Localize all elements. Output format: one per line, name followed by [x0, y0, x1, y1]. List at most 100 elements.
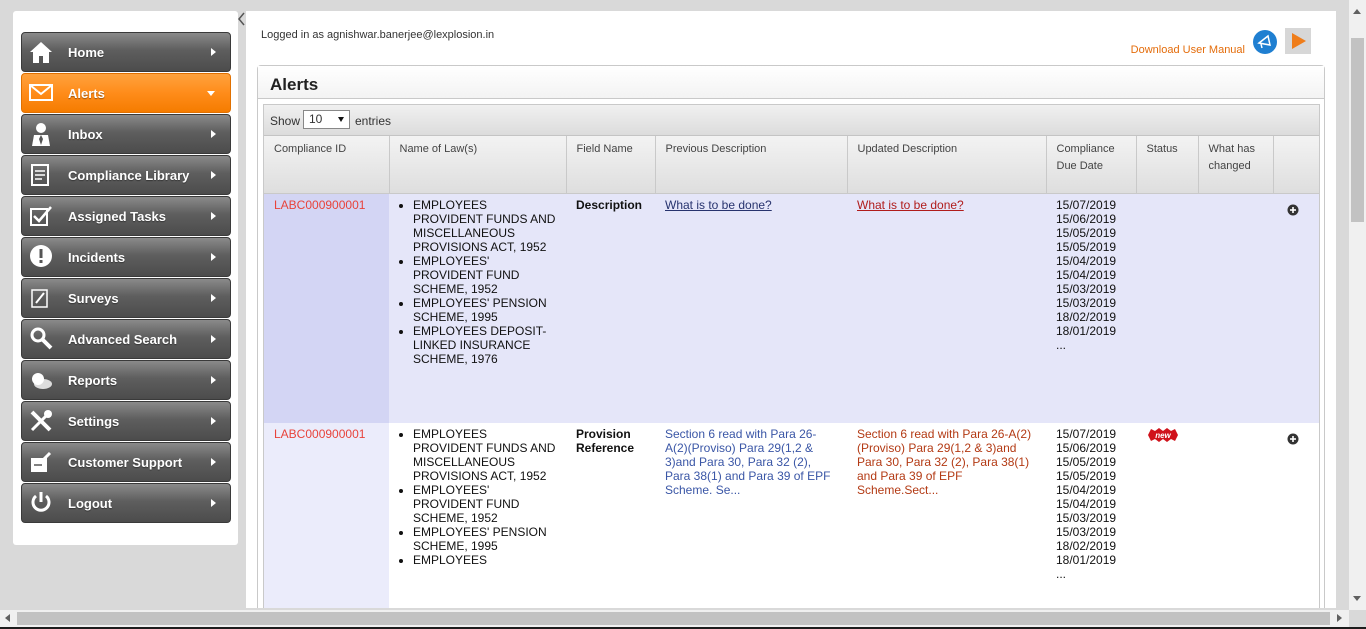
- alerts-header: Alerts: [258, 66, 1324, 99]
- alerts-panel: Alerts Show 10 entries Compliance ID Nam…: [257, 65, 1325, 608]
- column-header-law-names[interactable]: Name of Law(s): [389, 136, 567, 194]
- scroll-down-arrow-icon[interactable]: [1353, 596, 1361, 601]
- due-date: 15/05/2019: [1056, 239, 1117, 254]
- chevron-right-icon: [211, 335, 216, 343]
- scroll-left-arrow-icon[interactable]: [5, 614, 10, 622]
- law-names-cell: EMPLOYEES PROVIDENT FUNDS AND MISCELLANE…: [389, 423, 566, 608]
- due-date: 15/06/2019: [1056, 441, 1117, 455]
- logged-in-user: Logged in as agnishwar.banerjee@lexplosi…: [261, 29, 495, 41]
- sidebar-item-label: Reports: [68, 373, 118, 388]
- collapse-sidebar-icon[interactable]: [238, 12, 246, 26]
- law-item: EMPLOYEES' PENSION SCHEME, 1995: [413, 296, 566, 324]
- sidebar-item-alerts[interactable]: Alerts: [21, 73, 231, 113]
- table-length-bar: Show 10 entries: [264, 105, 1319, 136]
- download-user-manual-link[interactable]: Download User Manual: [1131, 44, 1245, 56]
- sidebar-item-label: Incidents: [68, 250, 126, 265]
- home-icon: [30, 42, 52, 63]
- plus-circle-icon[interactable]: [1287, 204, 1299, 216]
- column-header-status[interactable]: Status: [1136, 136, 1199, 194]
- updated-description-cell: What is to be done?: [847, 193, 1046, 423]
- updated-description-cell: Section 6 read with Para 26-A(2)(Proviso…: [847, 423, 1046, 608]
- previous-description-cell: Section 6 read with Para 26-A(2)(Proviso…: [655, 423, 847, 608]
- chevron-down-icon: [207, 91, 215, 96]
- column-header-due-date[interactable]: Compliance Due Date: [1046, 136, 1137, 194]
- sidebar-item-label: Customer Support: [68, 455, 183, 470]
- sidebar-item-logout[interactable]: Logout: [21, 483, 231, 523]
- horizontal-scrollbar-thumb[interactable]: [17, 612, 1330, 625]
- due-date: 15/06/2019: [1056, 211, 1117, 226]
- chevron-right-icon: [211, 130, 216, 138]
- plus-circle-icon[interactable]: [1287, 433, 1299, 445]
- alerts-table: Compliance ID Name of Law(s) Field Name …: [264, 136, 1319, 608]
- sidebar-item-label: Surveys: [68, 291, 119, 306]
- play-icon[interactable]: [1285, 28, 1311, 54]
- due-date: 15/04/2019: [1056, 483, 1117, 497]
- due-date: 15/04/2019: [1056, 267, 1117, 282]
- sidebar-item-reports[interactable]: Reports: [21, 360, 231, 400]
- sidebar-item-customer-support[interactable]: Customer Support: [21, 442, 231, 482]
- horizontal-scrollbar[interactable]: [0, 610, 1349, 627]
- vertical-scrollbar-thumb[interactable]: [1351, 38, 1364, 222]
- compliance-id-cell[interactable]: LABC000900001: [264, 193, 389, 423]
- due-date-cell: 15/07/2019 15/06/2019 15/05/2019 15/05/2…: [1046, 423, 1136, 608]
- due-date: 18/02/2019: [1056, 309, 1117, 324]
- envelope-icon: [29, 84, 53, 101]
- entries-per-page-select[interactable]: 10: [303, 110, 350, 129]
- sidebar-item-incidents[interactable]: Incidents: [21, 237, 231, 277]
- column-header-what-changed[interactable]: What has changed: [1198, 136, 1274, 194]
- sidebar-item-advanced-search[interactable]: Advanced Search: [21, 319, 231, 359]
- law-item: EMPLOYEES' PROVIDENT FUND SCHEME, 1952: [413, 483, 566, 525]
- sidebar-item-inbox[interactable]: Inbox: [21, 114, 231, 154]
- due-date: 15/07/2019: [1056, 197, 1117, 212]
- table-row: LABC000900001 EMPLOYEES PROVIDENT FUNDS …: [264, 423, 1319, 608]
- column-header-compliance-id[interactable]: Compliance ID: [264, 136, 390, 194]
- sidebar-item-label: Settings: [68, 414, 120, 429]
- scroll-right-arrow-icon[interactable]: [1337, 614, 1342, 622]
- due-date-more: ...: [1056, 567, 1067, 581]
- entries-select-value: 10: [309, 112, 323, 126]
- field-name-cell: Description: [566, 193, 655, 423]
- due-date: 18/02/2019: [1056, 539, 1117, 553]
- table-row: LABC000900001 EMPLOYEES PROVIDENT FUNDS …: [264, 193, 1319, 423]
- due-date: 15/03/2019: [1056, 525, 1117, 539]
- sidebar-item-settings[interactable]: Settings: [21, 401, 231, 441]
- chevron-right-icon: [211, 417, 216, 425]
- sidebar-item-label: Advanced Search: [68, 332, 178, 347]
- law-item: EMPLOYEES DEPOSIT-LINKED INSURANCE SCHEM…: [413, 324, 566, 366]
- chevron-right-icon: [211, 294, 216, 302]
- column-header-previous-description[interactable]: Previous Description: [655, 136, 848, 194]
- page-title: Alerts: [270, 75, 319, 94]
- law-names-cell: EMPLOYEES PROVIDENT FUNDS AND MISCELLANE…: [389, 193, 566, 423]
- sidebar: Home Alerts Inbox Compliance Library Ass…: [13, 11, 238, 545]
- previous-description-cell: What is to be done?: [655, 193, 847, 423]
- what-changed-cell: [1198, 193, 1273, 423]
- sidebar-item-assigned-tasks[interactable]: Assigned Tasks: [21, 196, 231, 236]
- due-date: 15/04/2019: [1056, 253, 1117, 268]
- due-date-more: ...: [1056, 337, 1067, 352]
- due-date: 15/03/2019: [1056, 281, 1117, 296]
- show-label: Show: [270, 114, 301, 128]
- what-changed-cell: [1198, 423, 1273, 608]
- sidebar-item-home[interactable]: Home: [21, 32, 231, 72]
- status-cell: [1136, 193, 1198, 423]
- sidebar-item-label: Inbox: [68, 127, 103, 142]
- sidebar-item-compliance-library[interactable]: Compliance Library: [21, 155, 231, 195]
- column-header-updated-description[interactable]: Updated Description: [847, 136, 1047, 194]
- column-header-field-name[interactable]: Field Name: [566, 136, 656, 194]
- sidebar-item-label: Logout: [68, 496, 113, 511]
- compliance-id-cell[interactable]: LABC000900001: [264, 423, 389, 608]
- megaphone-icon[interactable]: [1253, 30, 1277, 54]
- sidebar-item-label: Assigned Tasks: [68, 209, 167, 224]
- vertical-scrollbar[interactable]: [1349, 0, 1366, 610]
- field-name-cell: Provision Reference: [566, 423, 655, 608]
- updated-description-link[interactable]: What is to be done?: [857, 198, 964, 212]
- sidebar-item-surveys[interactable]: Surveys: [21, 278, 231, 318]
- law-item: EMPLOYEES PROVIDENT FUNDS AND MISCELLANE…: [413, 427, 566, 483]
- new-badge-label: new: [1155, 431, 1171, 440]
- scroll-up-arrow-icon[interactable]: [1353, 9, 1361, 14]
- expand-cell: [1273, 423, 1319, 608]
- sidebar-item-label: Alerts: [68, 86, 105, 101]
- previous-description-link[interactable]: What is to be done?: [665, 198, 772, 212]
- column-header-actions: [1273, 136, 1319, 194]
- entries-label: entries: [355, 114, 392, 128]
